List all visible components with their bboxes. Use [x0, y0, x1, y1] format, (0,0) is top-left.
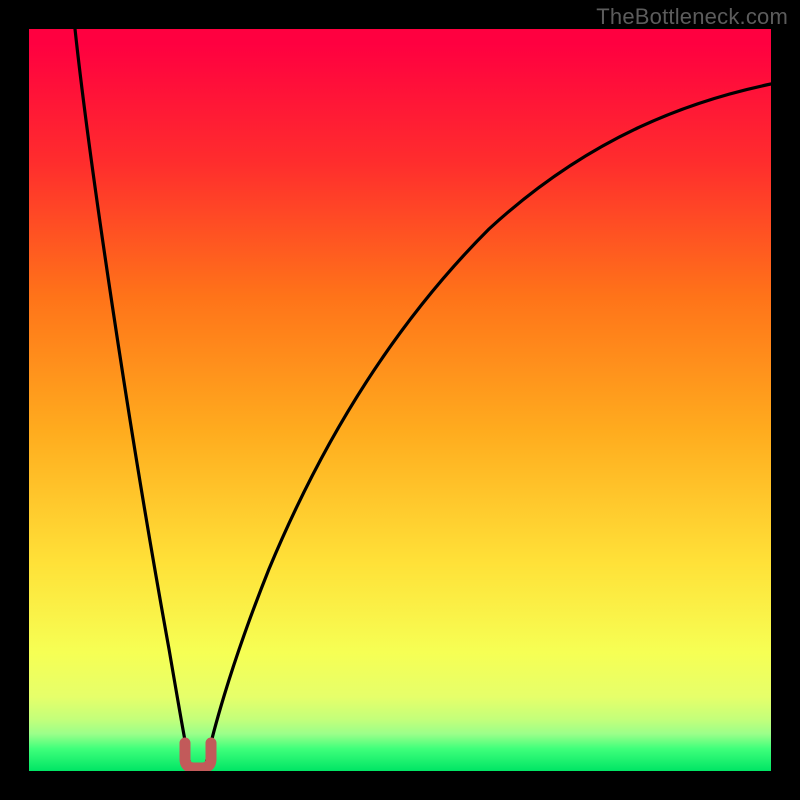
curve-right-branch [205, 84, 771, 769]
curve-layer [29, 29, 771, 771]
curve-left-branch [75, 29, 191, 769]
watermark-text: TheBottleneck.com [596, 4, 788, 30]
chart-frame: TheBottleneck.com [0, 0, 800, 800]
notch-marker [185, 743, 211, 768]
plot-area [29, 29, 771, 771]
